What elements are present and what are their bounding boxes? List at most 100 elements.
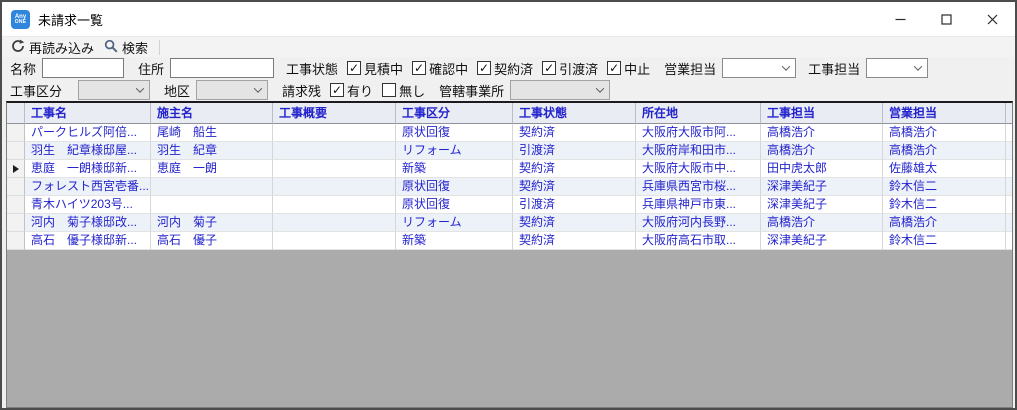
billing-checkbox-有り[interactable]: ✓ bbox=[330, 83, 345, 97]
status-checkbox-引渡済[interactable]: ✓ bbox=[542, 61, 557, 75]
table-cell[interactable] bbox=[273, 178, 396, 196]
table-row[interactable]: パークヒルズ阿倍... 尾崎 船生 原状回復 契約済 大阪府大阪市阿... 高橋浩介 高橋浩… bbox=[7, 124, 1012, 142]
table-cell[interactable]: 大阪府大阪市中... bbox=[636, 160, 761, 178]
name-input[interactable] bbox=[42, 58, 125, 78]
table-cell[interactable]: 原状回復 bbox=[396, 196, 513, 214]
table-cell[interactable]: 青木ハイツ203号... bbox=[25, 196, 151, 214]
table-cell[interactable]: 新築 bbox=[396, 232, 513, 250]
table-cell[interactable]: 尾崎 船生 bbox=[151, 124, 273, 142]
status-checkbox-確認中[interactable]: ✓ bbox=[412, 61, 427, 75]
office-combo[interactable] bbox=[510, 80, 611, 100]
table-cell[interactable]: 鈴木信二 bbox=[883, 196, 1006, 214]
sales-rep-combo[interactable] bbox=[722, 58, 797, 78]
table-cell[interactable]: 大阪府高石市取... bbox=[636, 232, 761, 250]
reload-button[interactable]: 再読み込み bbox=[6, 38, 99, 57]
row-selector[interactable] bbox=[7, 214, 25, 232]
row-selector[interactable] bbox=[7, 178, 25, 196]
table-cell[interactable]: 新築 bbox=[396, 160, 513, 178]
column-header[interactable]: 工事担当 bbox=[761, 103, 883, 124]
table-cell[interactable]: 恵庭 一朗様邸新... bbox=[25, 160, 151, 178]
table-cell[interactable]: 田中虎太郎 bbox=[761, 160, 883, 178]
status-label: 工事状態 bbox=[286, 61, 339, 77]
row-selector[interactable] bbox=[7, 196, 25, 214]
table-row[interactable]: 河内 菊子様邸改... 河内 菊子 リフォーム 契約済 大阪府河内長野... 高橋浩介 高橋… bbox=[7, 214, 1012, 232]
column-header[interactable]: 工事名 bbox=[25, 103, 151, 124]
table-cell[interactable]: リフォーム bbox=[396, 142, 513, 160]
column-header[interactable]: 所在地 bbox=[636, 103, 761, 124]
table-cell[interactable] bbox=[273, 232, 396, 250]
table-cell[interactable] bbox=[273, 142, 396, 160]
row-selector[interactable] bbox=[7, 160, 25, 178]
table-cell[interactable] bbox=[151, 178, 273, 196]
table-cell[interactable]: 契約済 bbox=[513, 232, 636, 250]
row-selector[interactable] bbox=[7, 232, 25, 250]
table-cell[interactable] bbox=[273, 214, 396, 232]
table-cell[interactable] bbox=[273, 160, 396, 178]
column-header[interactable]: 施主名 bbox=[151, 103, 273, 124]
table-cell[interactable]: 羽生 紀章 bbox=[151, 142, 273, 160]
table-cell[interactable] bbox=[273, 124, 396, 142]
grid-corner-cell[interactable] bbox=[7, 103, 25, 124]
table-cell[interactable] bbox=[273, 196, 396, 214]
table-cell[interactable]: 契約済 bbox=[513, 124, 636, 142]
table-cell[interactable]: 河内 菊子様邸改... bbox=[25, 214, 151, 232]
table-cell[interactable]: 原状回復 bbox=[396, 124, 513, 142]
table-cell[interactable]: 深津美紀子 bbox=[761, 232, 883, 250]
status-checkbox-中止[interactable]: ✓ bbox=[607, 61, 622, 75]
status-checkbox-契約済[interactable]: ✓ bbox=[477, 61, 492, 75]
table-cell[interactable]: 高橋浩介 bbox=[761, 214, 883, 232]
table-cell[interactable]: 大阪府河内長野... bbox=[636, 214, 761, 232]
table-cell[interactable]: 大阪府大阪市阿... bbox=[636, 124, 761, 142]
maximize-button[interactable] bbox=[923, 2, 969, 36]
table-row[interactable]: 恵庭 一朗様邸新... 恵庭 一朗 新築 契約済 大阪府大阪市中... 田中虎太郎 佐藤雄太 bbox=[7, 160, 1012, 178]
table-cell[interactable]: 河内 菊子 bbox=[151, 214, 273, 232]
table-row[interactable]: 高石 優子様邸新... 高石 優子 新築 契約済 大阪府高石市取... 深津美紀子 鈴木信二 bbox=[7, 232, 1012, 250]
column-header[interactable]: 営業担当 bbox=[883, 103, 1006, 124]
table-cell[interactable]: 契約済 bbox=[513, 214, 636, 232]
table-cell[interactable]: 恵庭 一朗 bbox=[151, 160, 273, 178]
table-cell[interactable]: 高橋浩介 bbox=[883, 124, 1006, 142]
table-cell[interactable]: 羽生 紀章様邸屋... bbox=[25, 142, 151, 160]
table-cell[interactable]: 高橋浩介 bbox=[883, 214, 1006, 232]
table-cell[interactable]: 引渡済 bbox=[513, 142, 636, 160]
table-cell[interactable]: 契約済 bbox=[513, 178, 636, 196]
table-cell[interactable]: パークヒルズ阿倍... bbox=[25, 124, 151, 142]
table-cell[interactable]: 深津美紀子 bbox=[761, 178, 883, 196]
table-cell[interactable]: 原状回復 bbox=[396, 178, 513, 196]
close-button[interactable] bbox=[969, 2, 1015, 36]
billing-checkbox-無し[interactable] bbox=[382, 83, 397, 97]
status-checkbox-見積中[interactable]: ✓ bbox=[347, 61, 362, 75]
column-header[interactable]: 工事状態 bbox=[513, 103, 636, 124]
table-cell[interactable]: 高石 優子 bbox=[151, 232, 273, 250]
row-selector[interactable] bbox=[7, 124, 25, 142]
address-input[interactable] bbox=[170, 58, 275, 78]
table-cell[interactable]: 鈴木信二 bbox=[883, 232, 1006, 250]
table-cell[interactable]: リフォーム bbox=[396, 214, 513, 232]
table-cell[interactable]: 深津美紀子 bbox=[761, 196, 883, 214]
table-cell[interactable] bbox=[151, 196, 273, 214]
column-header[interactable]: 工事区分 bbox=[396, 103, 513, 124]
minimize-button[interactable] bbox=[877, 2, 923, 36]
table-cell[interactable]: 兵庫県神戸市東... bbox=[636, 196, 761, 214]
table-row[interactable]: 羽生 紀章様邸屋... 羽生 紀章 リフォーム 引渡済 大阪府岸和田市... 高橋浩介 高橋… bbox=[7, 142, 1012, 160]
app-logo-icon: Any ONE bbox=[11, 9, 30, 29]
table-cell[interactable]: 高橋浩介 bbox=[761, 124, 883, 142]
search-button[interactable]: 検索 bbox=[99, 38, 153, 57]
table-cell[interactable]: 大阪府岸和田市... bbox=[636, 142, 761, 160]
table-cell[interactable]: 契約済 bbox=[513, 160, 636, 178]
table-cell[interactable]: 鈴木信二 bbox=[883, 178, 1006, 196]
table-cell[interactable]: 高石 優子様邸新... bbox=[25, 232, 151, 250]
table-cell[interactable]: 引渡済 bbox=[513, 196, 636, 214]
table-cell[interactable]: 佐藤雄太 bbox=[883, 160, 1006, 178]
table-cell[interactable]: 高橋浩介 bbox=[761, 142, 883, 160]
table-cell[interactable]: フォレスト西宮壱番... bbox=[25, 178, 151, 196]
table-row[interactable]: フォレスト西宮壱番... 原状回復 契約済 兵庫県西宮市桜... 深津美紀子 鈴木信二 bbox=[7, 178, 1012, 196]
district-combo[interactable] bbox=[196, 80, 269, 100]
category-combo[interactable] bbox=[78, 80, 151, 100]
construction-rep-combo[interactable] bbox=[866, 58, 929, 78]
table-cell[interactable]: 兵庫県西宮市桜... bbox=[636, 178, 761, 196]
table-row[interactable]: 青木ハイツ203号... 原状回復 引渡済 兵庫県神戸市東... 深津美紀子 鈴木信二 bbox=[7, 196, 1012, 214]
row-selector[interactable] bbox=[7, 142, 25, 160]
table-cell[interactable]: 高橋浩介 bbox=[883, 142, 1006, 160]
column-header[interactable]: 工事概要 bbox=[273, 103, 396, 124]
